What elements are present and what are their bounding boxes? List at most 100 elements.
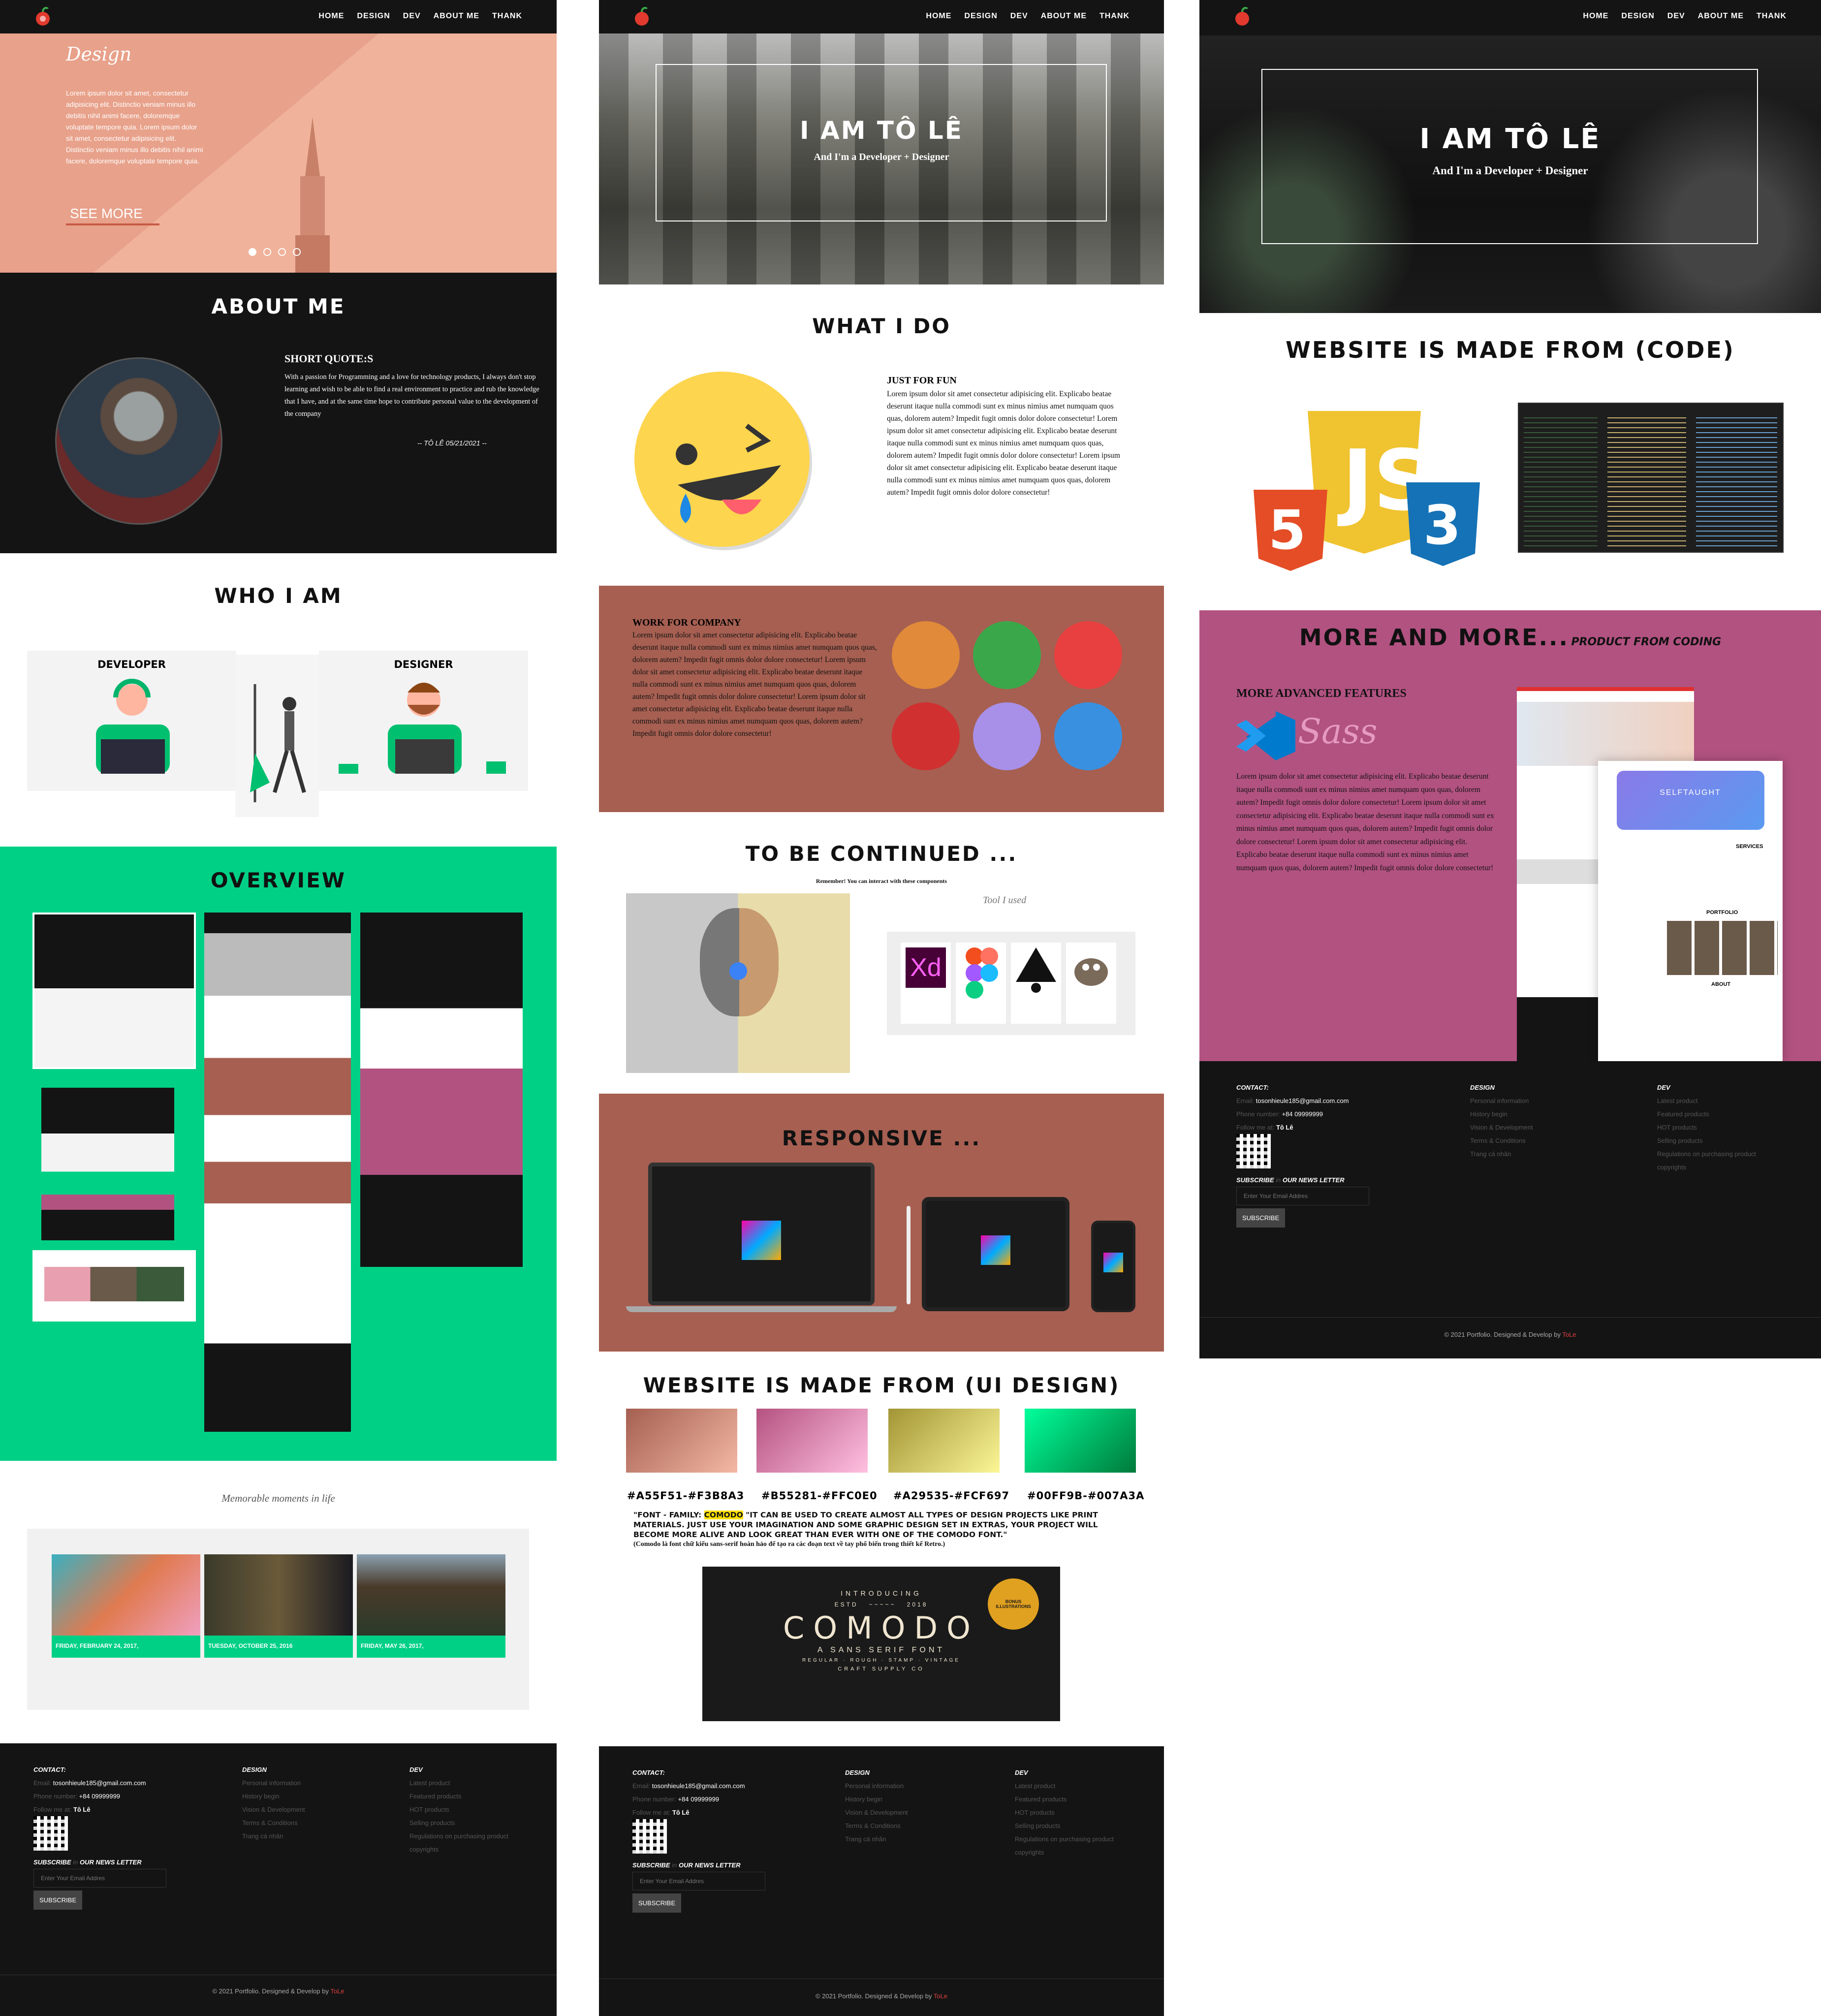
footer-contact: CONTACT: Email: tosonhieule185@gmail.com… [33, 1763, 166, 1910]
footer-link[interactable]: Featured products [1657, 1107, 1756, 1121]
footer-link[interactable]: Regulations on purchasing product [1657, 1147, 1756, 1161]
html-css-js-logos-icon: JS5 3 [1254, 411, 1480, 571]
nav-dev[interactable]: DEV [403, 12, 421, 21]
moment-card[interactable]: FRIDAY, FEBRUARY 24, 2017, [52, 1554, 200, 1658]
subscribe-button[interactable]: SUBSCRIBE [33, 1890, 83, 1910]
see-more-button[interactable]: SEE MORE [66, 206, 159, 225]
carousel-dot[interactable] [263, 248, 271, 256]
apple-logo-icon[interactable] [633, 6, 650, 27]
user-presentation-icon[interactable] [973, 621, 1041, 689]
footer-link[interactable]: HOT products [1657, 1121, 1756, 1134]
nav-home[interactable]: HOME [1583, 12, 1608, 21]
footer-link[interactable]: copyrights [1015, 1846, 1114, 1859]
email-value[interactable]: tosonhieule185@gmail.com.com [1256, 1097, 1349, 1104]
footer-link[interactable]: Trang cá nhân [1470, 1147, 1533, 1161]
footer-dev-title: DEV [1015, 1769, 1028, 1776]
email-value[interactable]: tosonhieule185@gmail.com.com [53, 1779, 146, 1787]
overview-thumb-3[interactable] [32, 1250, 196, 1322]
nav-about-me[interactable]: ABOUT ME [1041, 12, 1087, 21]
footer-link[interactable]: Personal information [845, 1779, 908, 1793]
hero-title: I AM TÔ LÊ [800, 116, 963, 145]
nav-home[interactable]: HOME [926, 12, 951, 21]
footer-link[interactable]: Vision & Development [845, 1806, 908, 1819]
subscribe-email-input[interactable] [1236, 1187, 1369, 1205]
page-preview-code: HOME DESIGN DEV ABOUT ME THANK I AM TÔ L… [1199, 0, 1821, 1358]
chat-icon[interactable] [1054, 621, 1122, 689]
work-text: Lorem ipsum dolor sit amet consectetur a… [632, 631, 877, 738]
footer-link[interactable]: History begin [845, 1793, 908, 1806]
footer-link[interactable]: Selling products [1015, 1819, 1114, 1832]
nav-dev[interactable]: DEV [1667, 12, 1685, 21]
nav-dev[interactable]: DEV [1010, 12, 1028, 21]
apple-logo-icon[interactable] [1234, 6, 1251, 27]
overview-thumb-2[interactable] [41, 1088, 174, 1240]
nav-thank[interactable]: THANK [492, 12, 522, 21]
footer-link[interactable]: Selling products [409, 1816, 508, 1829]
subscribe-button[interactable]: SUBSCRIBE [1236, 1208, 1286, 1228]
code-editor-screenshot [1518, 403, 1784, 553]
footer-link[interactable]: Featured products [1015, 1793, 1114, 1806]
footer-link[interactable]: Regulations on purchasing product [1015, 1832, 1114, 1846]
footer-link[interactable]: copyrights [1657, 1161, 1756, 1174]
follow-link[interactable]: Tô Lê [73, 1806, 91, 1813]
overview-thumb-1[interactable] [32, 913, 196, 1069]
copyright-author-link[interactable]: ToLe [330, 1987, 344, 1995]
moment-card[interactable]: FRIDAY, MAY 26, 2017, [357, 1554, 505, 1658]
footer-link[interactable]: Latest product [1015, 1779, 1114, 1793]
apple-logo-icon[interactable] [34, 6, 51, 27]
footer-link[interactable]: Terms & Conditions [845, 1819, 908, 1832]
footer-design: DESIGN Personal information History begi… [1470, 1081, 1533, 1161]
footer-link[interactable]: Vision & Development [1470, 1121, 1533, 1134]
nav-design[interactable]: DESIGN [357, 12, 390, 21]
footer-link[interactable]: Terms & Conditions [242, 1816, 305, 1829]
nav-about-me[interactable]: ABOUT ME [434, 12, 479, 21]
subscribe-email-input[interactable] [33, 1869, 166, 1888]
nav-design[interactable]: DESIGN [1621, 12, 1654, 21]
subscribe-button[interactable]: SUBSCRIBE [632, 1893, 682, 1913]
overview-thumb-5[interactable] [360, 913, 523, 1267]
footer-link[interactable]: copyrights [409, 1843, 508, 1856]
footer-link[interactable]: Trang cá nhân [242, 1829, 305, 1843]
nav-home[interactable]: HOME [318, 12, 344, 21]
continued-note: Remember! You can interact with these co… [816, 878, 947, 884]
footer-link[interactable]: Regulations on purchasing product [409, 1829, 508, 1843]
footer-link[interactable]: Vision & Development [242, 1803, 305, 1816]
footer-link[interactable]: Trang cá nhân [845, 1832, 908, 1846]
footer-link[interactable]: Latest product [409, 1776, 508, 1790]
subscribe-email-input[interactable] [632, 1872, 765, 1890]
nav-design[interactable]: DESIGN [964, 12, 997, 21]
list-icon[interactable] [1054, 702, 1122, 770]
qr-code-icon[interactable] [892, 702, 960, 770]
carousel-dot[interactable] [278, 248, 286, 256]
overview-thumb-4[interactable] [204, 913, 351, 1432]
footer-link[interactable]: History begin [1470, 1107, 1533, 1121]
email-value[interactable]: tosonhieule185@gmail.com.com [652, 1782, 745, 1790]
footer-link[interactable]: Terms & Conditions [1470, 1134, 1533, 1147]
nav-thank[interactable]: THANK [1757, 12, 1787, 21]
footer-link[interactable]: HOT products [1015, 1806, 1114, 1819]
document-icon[interactable] [973, 702, 1041, 770]
follow-link[interactable]: Tô Lê [1276, 1124, 1293, 1131]
footer-link[interactable]: HOT products [409, 1803, 508, 1816]
cloud-server-icon[interactable] [892, 621, 960, 689]
nav-thank[interactable]: THANK [1099, 12, 1130, 21]
hex-label: #B55281-#FFC0E0 [761, 1490, 878, 1502]
footer-link[interactable]: Featured products [409, 1790, 508, 1803]
hero-photo: I AM TÔ LÊ And I'm a Developer + Designe… [599, 33, 1164, 284]
footer-link[interactable]: Personal information [242, 1776, 305, 1790]
follow-label: Follow me at: [33, 1806, 72, 1813]
carousel-dot[interactable] [249, 248, 256, 256]
copyright-author-link[interactable]: ToLe [1562, 1331, 1576, 1338]
design-hero: Design Lorem ipsum dolor sit amet, conse… [0, 33, 557, 273]
carousel-dot[interactable] [293, 248, 301, 256]
copyright-author-link[interactable]: ToLe [934, 1992, 947, 2000]
follow-link[interactable]: Tô Lê [672, 1809, 690, 1816]
footer-link[interactable]: Latest product [1657, 1094, 1756, 1107]
poster-craft: CRAFT SUPPLY CO [838, 1666, 925, 1672]
footer-link[interactable]: Selling products [1657, 1134, 1756, 1147]
moment-card[interactable]: TUESDAY, OCTOBER 25, 2016 [204, 1554, 353, 1658]
nav-about-me[interactable]: ABOUT ME [1698, 12, 1744, 21]
footer-link[interactable]: Personal information [1470, 1094, 1533, 1107]
footer-link[interactable]: History begin [242, 1790, 305, 1803]
copyright: © 2021 Portfolio. Designed & Develop by … [212, 1987, 345, 1995]
